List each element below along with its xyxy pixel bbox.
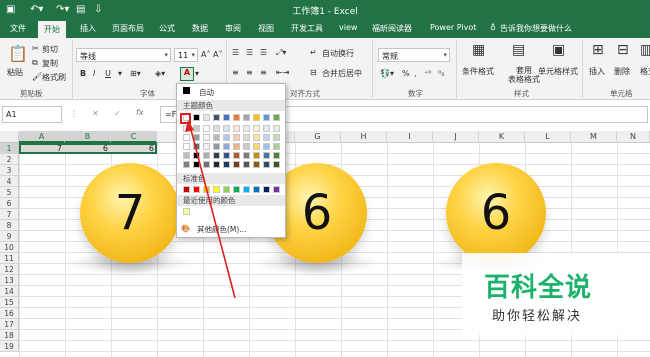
watermark: 百科全说 助你轻松解决 [462, 253, 650, 335]
watermark-subtitle: 助你轻松解决 [492, 309, 583, 324]
watermark-title: 百科全说 [484, 273, 593, 303]
